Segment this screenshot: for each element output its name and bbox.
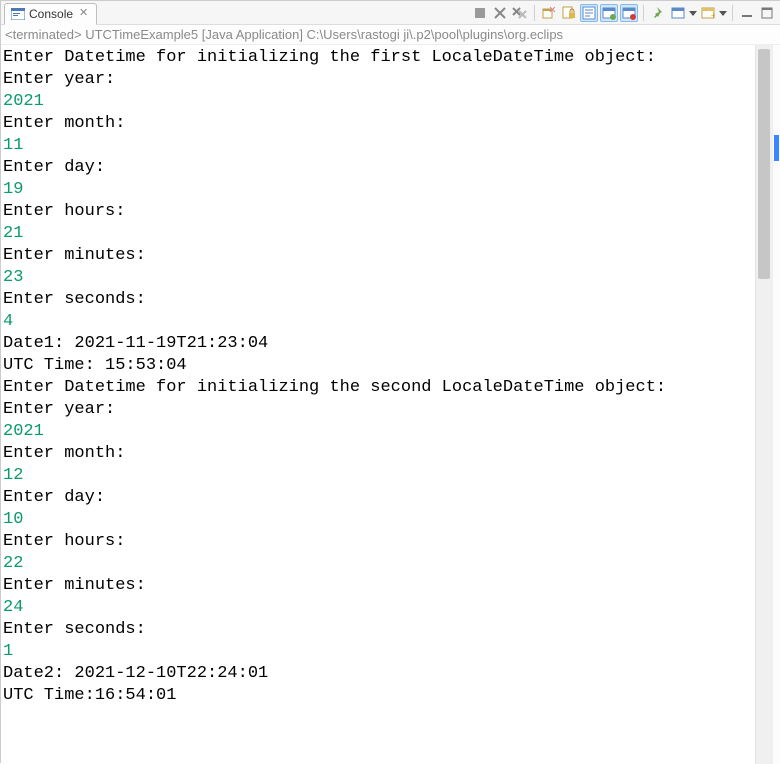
tab-console[interactable]: Console ✕ <box>4 3 97 25</box>
display-selected-console-icon <box>671 6 685 20</box>
scrollbar-thumb[interactable] <box>758 49 770 279</box>
maximize-button[interactable] <box>758 4 776 22</box>
separator <box>732 5 733 21</box>
terminate-button[interactable] <box>471 4 489 22</box>
show-on-stderr-icon <box>622 6 636 20</box>
stdout-line: UTC Time:16:54:01 <box>3 685 753 707</box>
stdout-line: Enter month: <box>3 113 753 135</box>
stdout-line: Enter month: <box>3 443 753 465</box>
stdout-line: UTC Time: 15:53:04 <box>3 355 753 377</box>
stdout-line: Enter Datetime for initializing the seco… <box>3 377 753 399</box>
stdin-line: 4 <box>3 311 753 333</box>
stdin-line: 23 <box>3 267 753 289</box>
console-icon <box>11 8 25 20</box>
stdin-line: 2021 <box>3 421 753 443</box>
stdout-line: Enter seconds: <box>3 619 753 641</box>
terminate-icon <box>474 7 486 19</box>
display-selected-console-button[interactable] <box>669 4 687 22</box>
clear-console-icon <box>542 6 556 20</box>
dropdown-caret-icon[interactable] <box>719 9 727 17</box>
launch-status: <terminated> UTCTimeExample5 [Java Appli… <box>1 25 780 45</box>
stdin-line: 21 <box>3 223 753 245</box>
overview-ruler <box>772 45 780 764</box>
remove-launch-button[interactable] <box>491 4 509 22</box>
scroll-lock-button[interactable] <box>560 4 578 22</box>
maximize-icon <box>761 7 773 19</box>
stdout-line: Enter day: <box>3 487 753 509</box>
stdout-line: Enter minutes: <box>3 575 753 597</box>
stdin-line: 11 <box>3 135 753 157</box>
tab-bar: Console ✕ <box>1 1 97 25</box>
minimize-icon <box>741 7 753 19</box>
stdin-line: 24 <box>3 597 753 619</box>
minimize-button[interactable] <box>738 4 756 22</box>
stdout-line: Enter year: <box>3 69 753 91</box>
remove-all-terminated-icon <box>512 6 528 20</box>
overview-mark <box>774 135 779 161</box>
stdout-line: Enter hours: <box>3 531 753 553</box>
stdout-line: Enter year: <box>3 399 753 421</box>
word-wrap-icon <box>582 6 596 20</box>
stdout-line: Enter Datetime for initializing the firs… <box>3 47 753 69</box>
stdout-line: Date1: 2021-11-19T21:23:04 <box>3 333 753 355</box>
open-console-icon: + <box>701 6 715 20</box>
close-icon[interactable]: ✕ <box>77 8 90 19</box>
stdin-line: 1 <box>3 641 753 663</box>
remove-launch-icon <box>493 6 507 20</box>
show-on-stdout-button[interactable] <box>600 4 618 22</box>
scroll-lock-icon <box>562 6 576 20</box>
stdout-line: Enter seconds: <box>3 289 753 311</box>
stdin-line: 12 <box>3 465 753 487</box>
remove-all-terminated-button[interactable] <box>511 4 529 22</box>
show-on-stderr-button[interactable] <box>620 4 638 22</box>
stdout-line: Enter hours: <box>3 201 753 223</box>
clear-console-button[interactable] <box>540 4 558 22</box>
separator <box>643 5 644 21</box>
vertical-scrollbar[interactable] <box>755 45 772 764</box>
console-output[interactable]: Enter Datetime for initializing the firs… <box>1 45 755 764</box>
stdout-line: Enter minutes: <box>3 245 753 267</box>
tab-label: Console <box>29 7 73 21</box>
svg-text:+: + <box>711 11 715 20</box>
stdin-line: 19 <box>3 179 753 201</box>
word-wrap-button[interactable] <box>580 4 598 22</box>
stdin-line: 10 <box>3 509 753 531</box>
dropdown-caret-icon[interactable] <box>689 9 697 17</box>
open-console-button[interactable]: + <box>699 4 717 22</box>
separator <box>534 5 535 21</box>
stdout-line: Date2: 2021-12-10T22:24:01 <box>3 663 753 685</box>
stdin-line: 22 <box>3 553 753 575</box>
toolbar: + <box>471 4 780 22</box>
view-header: Console ✕ <box>1 1 780 25</box>
stdout-line: Enter day: <box>3 157 753 179</box>
pin-console-button[interactable] <box>649 4 667 22</box>
console-area: Enter Datetime for initializing the firs… <box>1 45 780 764</box>
pin-console-icon <box>651 6 665 20</box>
show-on-stdout-icon <box>602 6 616 20</box>
stdin-line: 2021 <box>3 91 753 113</box>
